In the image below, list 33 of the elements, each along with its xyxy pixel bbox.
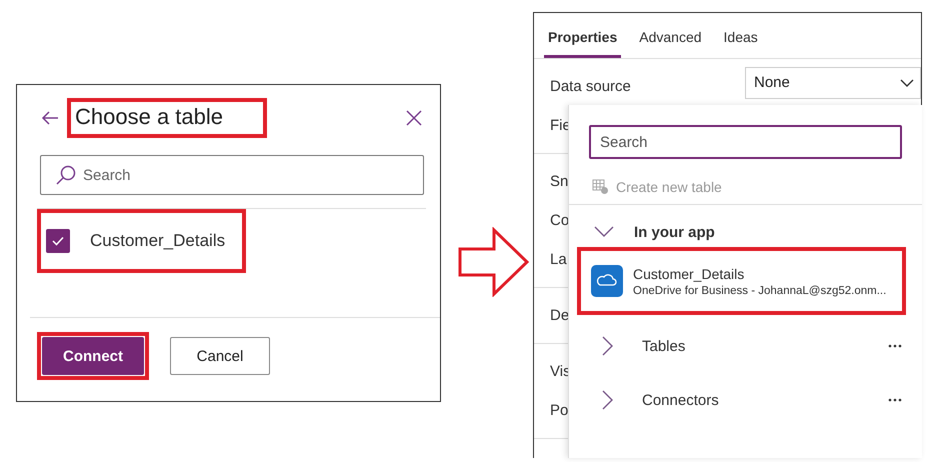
dialog-title: Choose a table (75, 104, 223, 128)
property-label: De (550, 307, 570, 324)
data-source-item[interactable]: Customer_Details OneDrive for Business - JohannaL@szg52.onm... (577, 247, 906, 315)
tab[interactable]: Advanced (635, 27, 706, 58)
arrow-icon (458, 227, 530, 297)
property-label: Sn (550, 173, 568, 190)
table-name: Customer_Details (90, 231, 226, 251)
property-label: La (550, 251, 567, 268)
connect-button[interactable]: Connect (42, 337, 144, 375)
cancel-button[interactable]: Cancel (170, 337, 270, 375)
item-name: Customer_Details (633, 266, 746, 282)
dropdown-field[interactable]: None (745, 66, 921, 98)
search-field[interactable]: Search (589, 125, 902, 159)
tab[interactable]: Properties (544, 27, 622, 58)
item-source: OneDrive for Business - JohannaL@szg52.onm... (633, 284, 886, 296)
table-add-icon (592, 179, 609, 195)
search-icon (55, 164, 77, 186)
more-icon[interactable] (888, 398, 902, 402)
checkbox[interactable] (46, 229, 70, 253)
search-field[interactable]: Search (40, 155, 424, 195)
tab[interactable]: Ideas (720, 27, 762, 58)
more-icon[interactable] (888, 344, 902, 348)
property-label: Data source (550, 78, 631, 95)
back-arrow-icon[interactable] (41, 110, 59, 124)
check-icon (52, 236, 64, 246)
group-header[interactable]: Connectors (569, 373, 922, 427)
cloud-icon (591, 265, 623, 297)
chevron-down-icon (900, 78, 914, 86)
property-label: Po (550, 402, 568, 419)
chevron-down-icon (594, 226, 614, 238)
group-header[interactable]: Tables (569, 319, 922, 373)
property-label: Co (550, 212, 570, 229)
close-icon[interactable] (406, 110, 422, 126)
